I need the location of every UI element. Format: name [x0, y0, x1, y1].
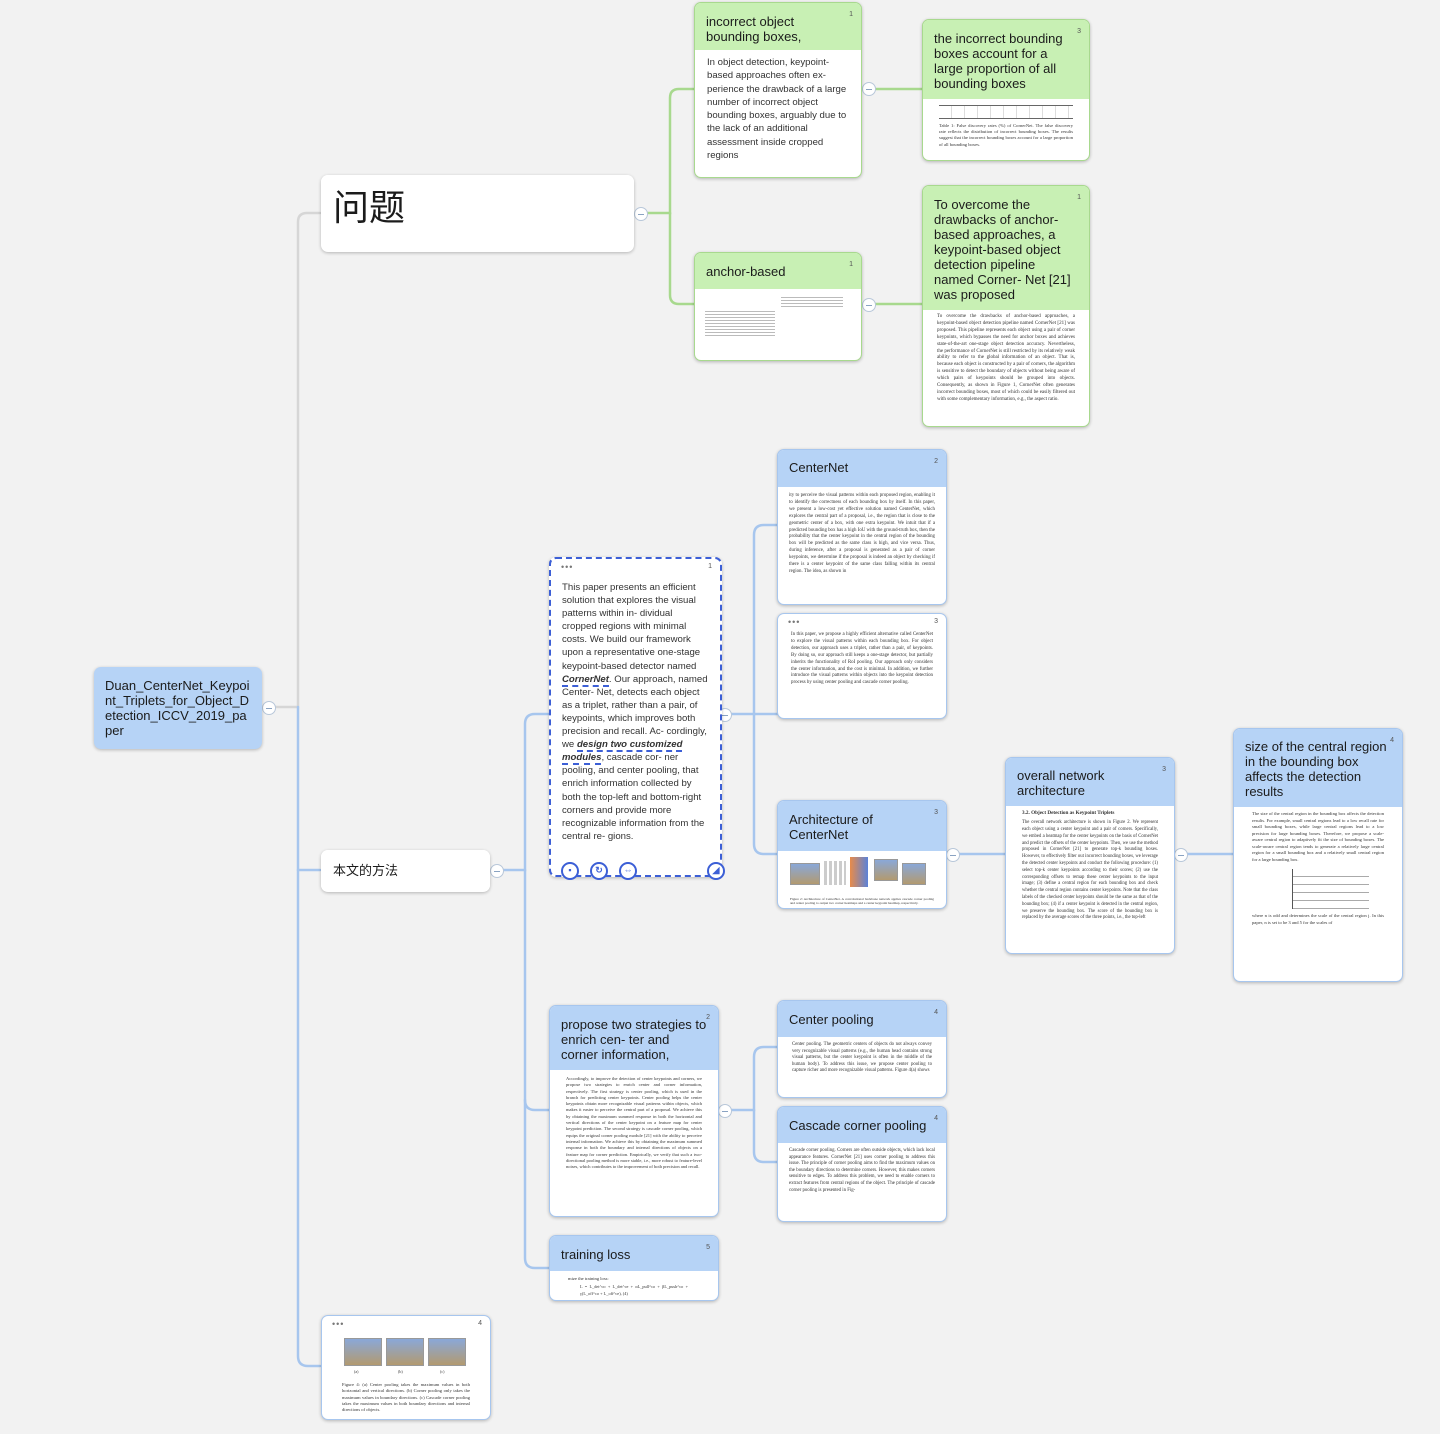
architecture-figure — [778, 851, 946, 893]
figure-label-a: (a) — [354, 1369, 359, 1374]
root-title: Duan_CenterNet_Keypoint_Triplets_for_Obj… — [105, 678, 250, 738]
root-collapse-toggle[interactable] — [262, 701, 276, 715]
node-title: Architecture of CenterNet — [789, 812, 873, 842]
excerpt: The size of the central region in the bo… — [1252, 811, 1384, 862]
page-number: 1 — [708, 563, 712, 570]
resize-handle-icon[interactable]: ◢ — [707, 862, 725, 880]
node-title: size of the central region in the boundi… — [1245, 739, 1387, 799]
incorrect-collapse-toggle[interactable] — [862, 82, 876, 96]
architecture-collapse-toggle[interactable] — [946, 848, 960, 862]
incorrect-boxes-node[interactable]: 1 incorrect object bounding boxes, In ob… — [694, 2, 862, 178]
table-thumbnail — [939, 105, 1073, 119]
node-title: Cascade corner pooling — [789, 1118, 927, 1133]
page-number: 2 — [934, 458, 938, 465]
more-dots: ••• — [561, 562, 574, 572]
page-number: 1 — [1077, 194, 1081, 201]
page-number: 3 — [934, 809, 938, 816]
overall-architecture-node[interactable]: 3 overall network architecture 3.2. Obje… — [1005, 757, 1175, 954]
anchor-collapse-toggle[interactable] — [862, 298, 876, 312]
node-title: the incorrect bounding boxes account for… — [934, 31, 1063, 91]
anchor-based-node[interactable]: 1 anchor-based — [694, 252, 862, 361]
strategies-node[interactable]: 2 propose two strategies to enrich cen- … — [549, 1005, 719, 1217]
method-title: 本文的方法 — [321, 850, 490, 891]
page-number: 5 — [706, 1244, 710, 1251]
centernet-node[interactable]: 2 CenterNet ity to perceive the visual p… — [777, 449, 947, 605]
problem-title: 问题 — [321, 175, 634, 243]
incorrect-proportion-node[interactable]: 3 the incorrect bounding boxes account f… — [922, 19, 1090, 161]
section-heading: 3.2. Object Detection as Keypoint Triple… — [1022, 810, 1115, 816]
equation-block — [1292, 869, 1369, 909]
figure-label-c: (c) — [440, 1369, 445, 1374]
page-number: 1 — [849, 11, 853, 18]
central-region-node[interactable]: 4 size of the central region in the boun… — [1233, 728, 1403, 982]
highlight-cornernet: CornerNet — [562, 673, 609, 687]
node-title: overall network architecture — [1017, 768, 1105, 798]
cornernet-overcome-node[interactable]: 1 To overcome the drawbacks of anchor-ba… — [922, 185, 1090, 427]
root-node[interactable]: Duan_CenterNet_Keypoint_Triplets_for_Obj… — [94, 667, 262, 749]
method-node[interactable]: 本文的方法 — [321, 850, 490, 892]
page-number: 3 — [934, 618, 938, 625]
page-number: 4 — [934, 1115, 938, 1122]
page-number: 3 — [1162, 766, 1166, 773]
overall-collapse-toggle[interactable] — [1174, 848, 1188, 862]
link-icon[interactable]: ⇔ — [619, 862, 637, 880]
figure-thumbnail-b — [386, 1338, 424, 1366]
excerpt: Cascade corner pooling. Corners are ofte… — [789, 1148, 935, 1193]
selected-summary-node[interactable]: ••• 1 This paper presents an efficient s… — [549, 557, 725, 880]
cascade-corner-pooling-node[interactable]: 4 Cascade corner pooling Cascade corner … — [777, 1106, 947, 1222]
more-dots: ••• — [788, 617, 801, 627]
excerpt: mize the training loss: — [568, 1276, 609, 1281]
node-title: training loss — [561, 1247, 631, 1262]
node-title: Center pooling — [789, 1012, 874, 1027]
sync-icon[interactable]: ↻ — [590, 862, 608, 880]
center-pooling-node[interactable]: 4 Center pooling Center pooling. The geo… — [777, 1000, 947, 1098]
excerpt: In this paper, we propose a highly effic… — [791, 632, 933, 686]
page-number: 2 — [706, 1014, 710, 1021]
training-loss-node[interactable]: 5 training loss mize the training loss: … — [549, 1235, 719, 1301]
page-number: 4 — [934, 1009, 938, 1016]
more-dots: ••• — [332, 1319, 345, 1329]
node-title: incorrect object bounding boxes, — [706, 14, 802, 44]
problem-collapse-toggle[interactable] — [634, 207, 648, 221]
node-title: To overcome the drawbacks of anchor-base… — [934, 197, 1071, 302]
figure-caption: Figure 2: Architecture of CenterNet. A c… — [790, 897, 934, 906]
centernet-approach-node[interactable]: ••• 3 In this paper, we propose a highly… — [777, 613, 947, 719]
loss-formula: L = L_det^co + L_det^ce + αL_pull^co + β… — [580, 1284, 688, 1297]
node-note: In object detection, keypoint-based appr… — [707, 57, 847, 162]
pooling-figure-node[interactable]: ••• 4 (a) (b) (c) Figure 4: (a) Center p… — [321, 1315, 491, 1420]
page-number: 4 — [1390, 737, 1394, 744]
node-title: anchor-based — [706, 264, 786, 279]
excerpt: ity to perceive the visual patterns with… — [789, 493, 936, 574]
node-title: CenterNet — [789, 460, 849, 475]
excerpt: To overcome the drawbacks of anchor-base… — [937, 314, 1076, 402]
figure-thumbnail-c — [428, 1338, 466, 1366]
architecture-node[interactable]: 3 Architecture of CenterNet Figure 2: Ar… — [777, 800, 947, 909]
excerpt: Center pooling. The geometric centers of… — [792, 1042, 932, 1074]
page-number: 3 — [1077, 28, 1081, 35]
page-number: 4 — [478, 1320, 482, 1327]
excerpt: Accordingly, to improve the detection of… — [566, 1076, 702, 1170]
strategies-collapse-toggle[interactable] — [718, 1104, 732, 1118]
excerpt-tail: where n is odd and determines the scale … — [1252, 913, 1384, 925]
summary-text: This paper presents an efficient solutio… — [562, 582, 708, 842]
figure-thumbnail-a — [344, 1338, 382, 1366]
figure-label-b: (b) — [398, 1369, 403, 1374]
problem-node[interactable]: 问题 — [321, 175, 634, 252]
excerpt: The overall network architecture is show… — [1022, 820, 1158, 921]
table-caption: Table 1: False discovery rates (%) of Co… — [939, 123, 1073, 147]
page-number: 1 — [849, 261, 853, 268]
node-title: propose two strategies to enrich cen- te… — [561, 1017, 707, 1062]
page-thumbnail — [695, 289, 861, 353]
figure-thumbnails: (a) (b) (c) — [322, 1338, 490, 1382]
comment-icon[interactable]: ▪ — [561, 862, 579, 880]
figure-caption: Figure 4: (a) Center pooling takes the m… — [342, 1382, 470, 1413]
method-collapse-toggle[interactable] — [490, 864, 504, 878]
